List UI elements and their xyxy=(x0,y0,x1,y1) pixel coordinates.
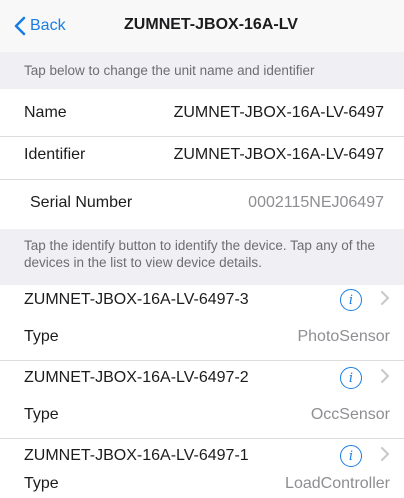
info-icon[interactable]: i xyxy=(340,445,362,467)
chevron-right-icon xyxy=(380,290,390,311)
page-title: ZUMNET-JBOX-16A-LV xyxy=(124,16,298,33)
serial-number-label: Serial Number xyxy=(30,194,133,211)
navigation-bar: Back ZUMNET-JBOX-16A-LV xyxy=(0,0,404,52)
name-row[interactable]: Name ZUMNET-JBOX-16A-LV-6497 xyxy=(0,90,404,136)
type-label: Type xyxy=(24,328,59,345)
device-type-row: Type PhotoSensor xyxy=(0,317,404,357)
serial-number-value: 0002115NEJ06497 xyxy=(248,194,384,211)
info-icon[interactable]: i xyxy=(340,289,362,311)
identifier-row[interactable]: Identifier ZUMNET-JBOX-16A-LV-6497 xyxy=(0,132,404,178)
device-row[interactable]: ZUMNET-JBOX-16A-LV-6497-2 i xyxy=(0,357,404,399)
chevron-right-icon xyxy=(380,446,390,467)
device-type-value: OccSensor xyxy=(310,406,390,423)
device-type-row: Type LoadController xyxy=(0,470,404,498)
device-row[interactable]: ZUMNET-JBOX-16A-LV-6497-3 i xyxy=(0,279,404,321)
name-label: Name xyxy=(24,104,67,121)
unit-section-header: Tap below to change the unit name and id… xyxy=(0,52,404,89)
info-icon[interactable]: i xyxy=(340,367,362,389)
identifier-value[interactable]: ZUMNET-JBOX-16A-LV-6497 xyxy=(174,146,404,164)
type-label: Type xyxy=(24,475,59,492)
device-name: ZUMNET-JBOX-16A-LV-6497-3 xyxy=(24,291,249,308)
device-type-value: PhotoSensor xyxy=(297,328,390,345)
device-type-row: Type OccSensor xyxy=(0,395,404,435)
device-type-value: LoadController xyxy=(285,475,390,492)
name-value[interactable]: ZUMNET-JBOX-16A-LV-6497 xyxy=(174,104,404,122)
device-name: ZUMNET-JBOX-16A-LV-6497-2 xyxy=(24,369,249,386)
device-name: ZUMNET-JBOX-16A-LV-6497-1 xyxy=(24,447,249,464)
identifier-label: Identifier xyxy=(24,146,86,163)
devices-section-header: Tap the identify button to identify the … xyxy=(0,229,404,285)
type-label: Type xyxy=(24,406,59,423)
chevron-right-icon xyxy=(380,368,390,389)
serial-number-row: Serial Number 0002115NEJ06497 xyxy=(0,180,404,226)
